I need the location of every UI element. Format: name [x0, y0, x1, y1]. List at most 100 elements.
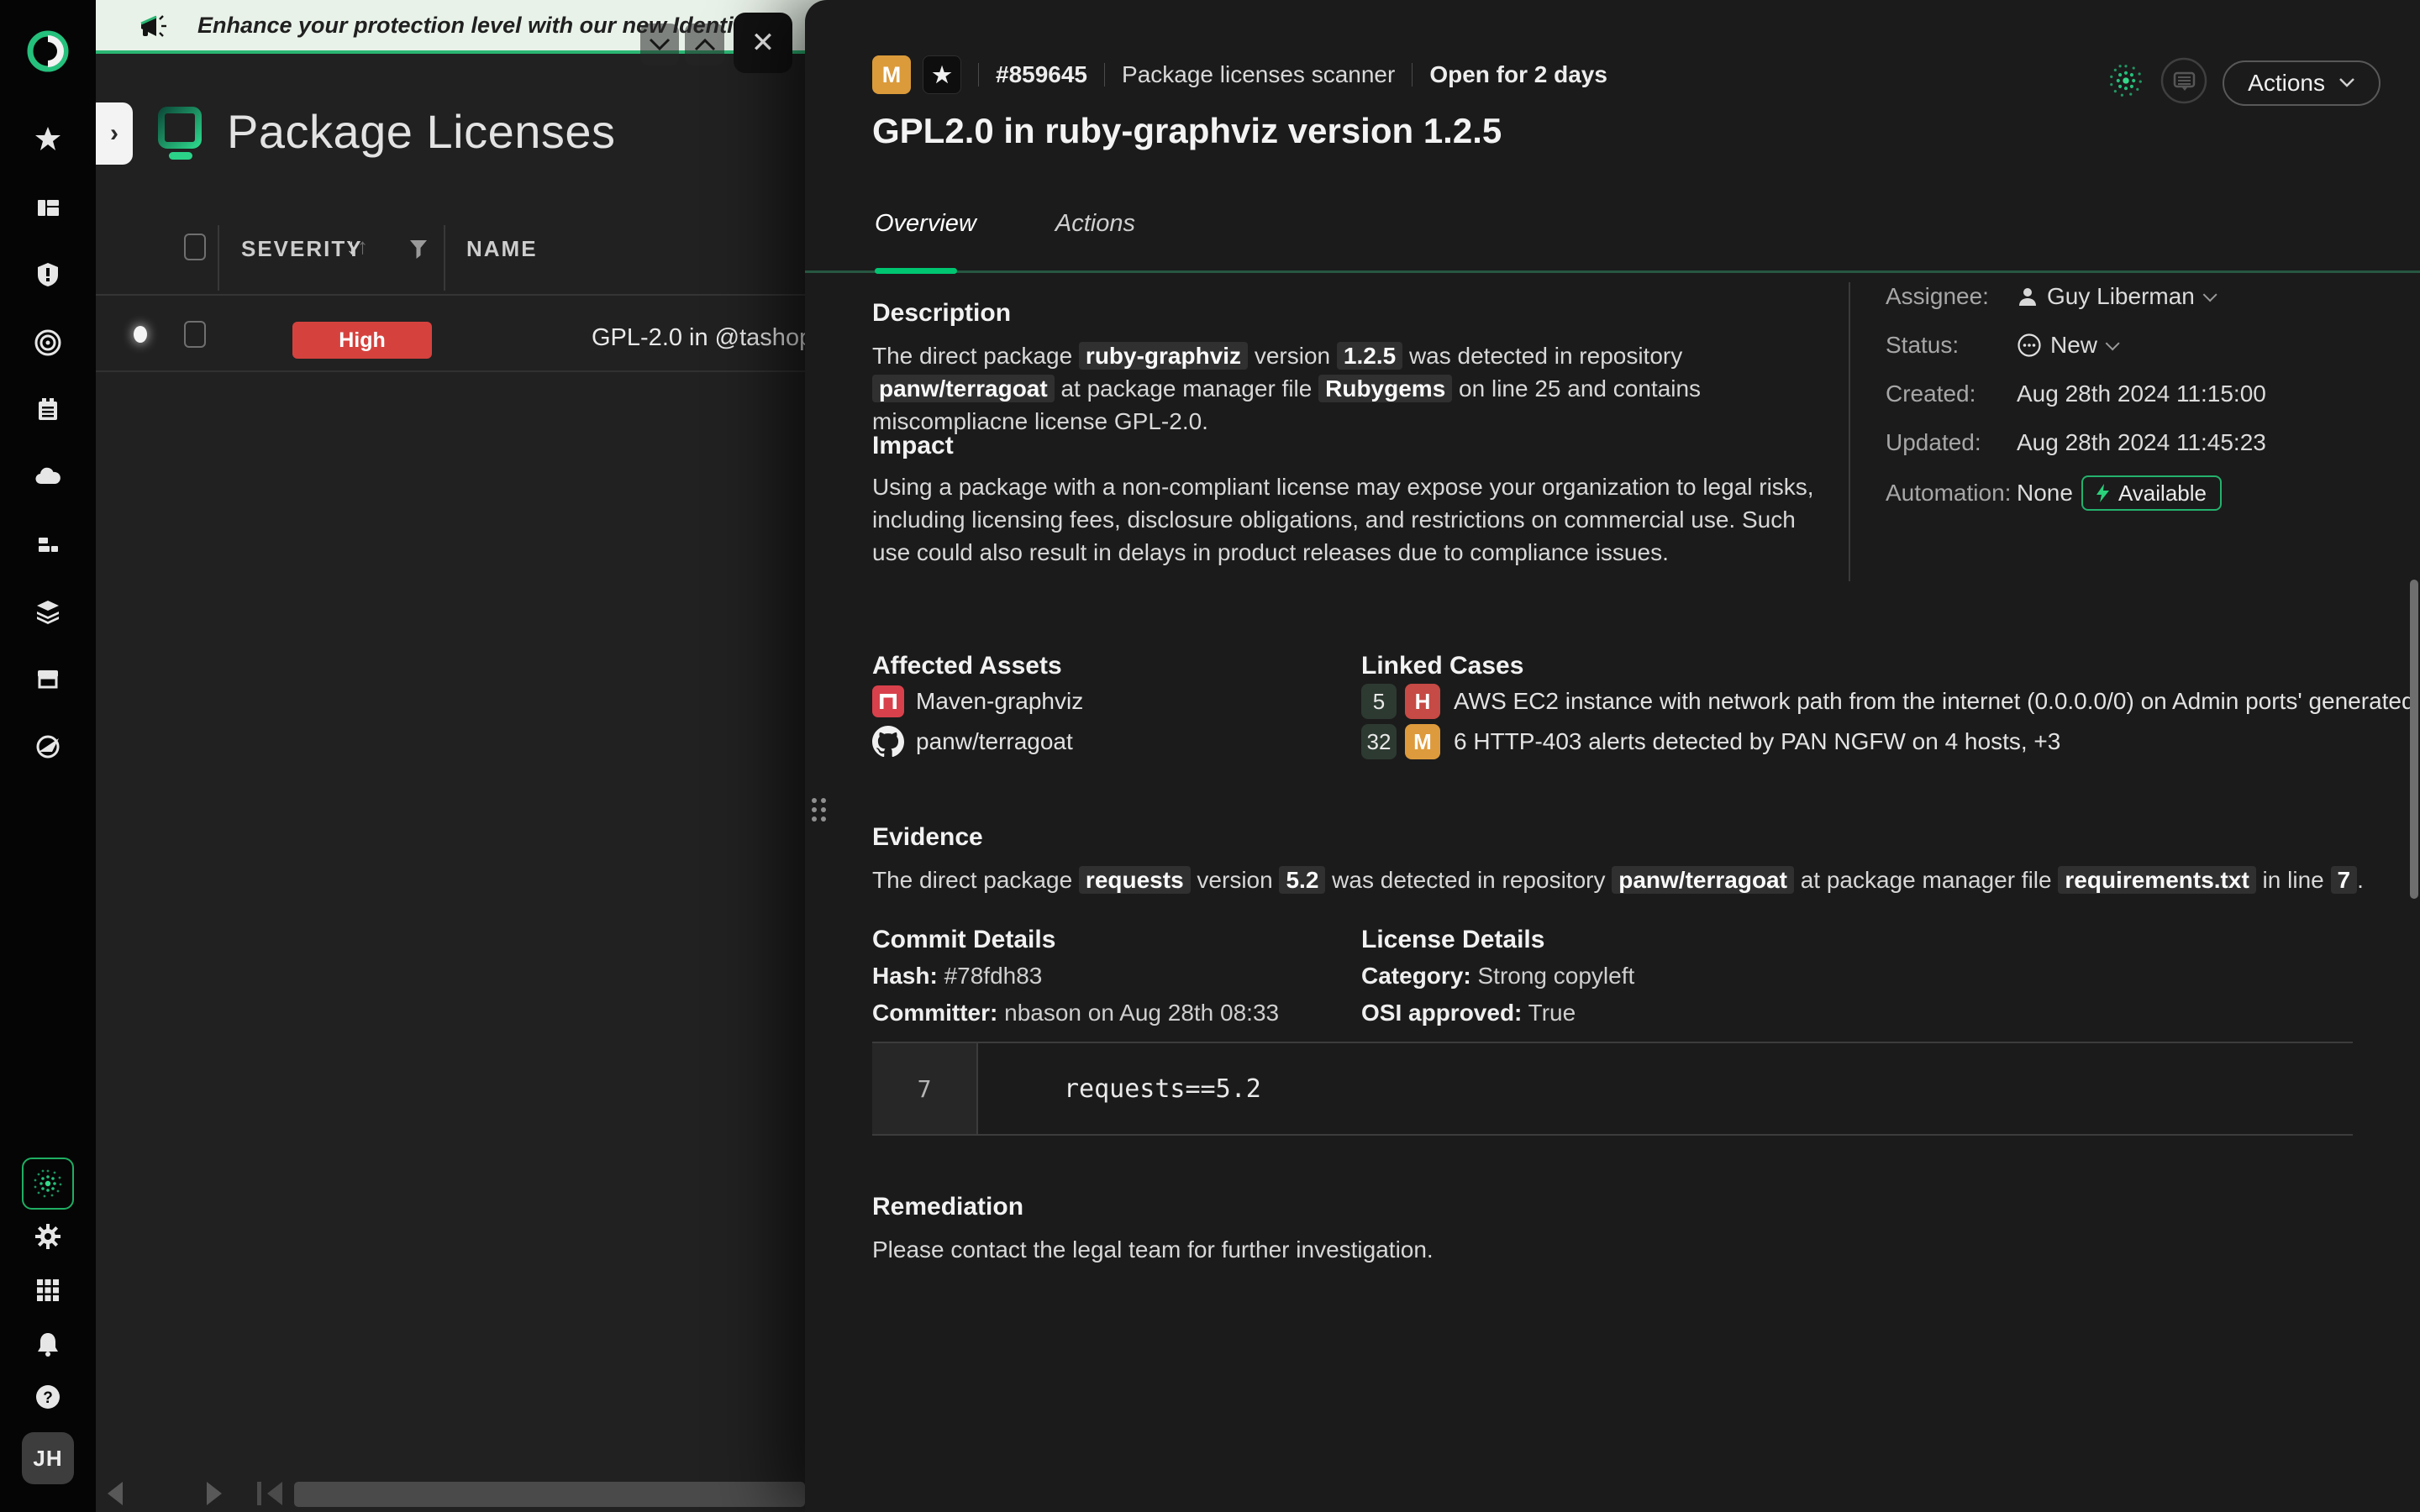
commit-committer: Committer: nbason on Aug 28th 08:33: [872, 1000, 1279, 1026]
commit-hash: Hash: #78fdh83: [872, 963, 1042, 990]
issue-severity-badge: M: [872, 55, 911, 94]
automation-available-badge[interactable]: Available: [2081, 475, 2222, 511]
created-row: Created: Aug 28th 2024 11:15:00: [1886, 378, 2266, 410]
metadata-panel: Assignee: Guy Liberman Status: New Creat…: [1886, 281, 2266, 511]
filter-funnel-icon[interactable]: [408, 239, 429, 265]
person-icon: [2017, 286, 2039, 307]
panel-toolbar: Actions: [2107, 57, 2381, 108]
asset-item-github[interactable]: panw/terragoat: [872, 726, 1073, 758]
app-sidebar: ? JH: [0, 0, 96, 1512]
cloud-icon[interactable]: [34, 462, 62, 491]
evidence-code-block: 7 requests==5.2: [872, 1042, 2353, 1136]
marketplace-store-icon[interactable]: [34, 664, 62, 693]
issue-detail-panel: M ★ #859645 Package licenses scanner Ope…: [805, 0, 2420, 1512]
star-badge[interactable]: ★: [923, 55, 961, 94]
column-divider: [218, 225, 219, 291]
tab-overview[interactable]: Overview: [875, 210, 976, 238]
lightning-icon: [2096, 484, 2110, 502]
automation-row: Automation: None Available: [1886, 475, 2266, 511]
scroll-right-button[interactable]: [207, 1482, 222, 1505]
linked-cases-heading: Linked Cases: [1361, 652, 1523, 680]
settings-gear-icon[interactable]: [34, 1222, 62, 1251]
notifications-bell-icon[interactable]: [34, 1330, 62, 1358]
scanner-name: Package licenses scanner: [1122, 61, 1395, 88]
user-avatar[interactable]: JH: [22, 1432, 74, 1484]
table-row[interactable]: GPL-2.0 in @tashop/: [592, 324, 810, 352]
severity-badge: High: [292, 322, 432, 359]
page-title: Package Licenses: [227, 104, 616, 159]
updated-value: Aug 28th 2024 11:45:23: [2017, 429, 2266, 456]
package-licenses-icon: [156, 106, 203, 167]
column-header-severity[interactable]: SEVERITY: [241, 236, 363, 262]
assets-blocks-icon[interactable]: [34, 530, 62, 559]
actions-button[interactable]: Actions: [2223, 60, 2381, 106]
chevron-down-icon: [2203, 287, 2217, 302]
metadata-divider: [1849, 282, 1850, 581]
case-count-badge: 5: [1361, 684, 1397, 719]
unread-indicator-dot: [134, 326, 147, 343]
issue-header-row: M ★ #859645 Package licenses scanner Ope…: [872, 55, 1607, 94]
maven-icon: [872, 685, 904, 717]
commit-details-heading: Commit Details: [872, 926, 1055, 954]
scroll-end-icon: [267, 1482, 282, 1505]
tab-bar: Overview Actions: [875, 210, 1135, 238]
issue-title: GPL2.0 in ruby-graphviz version 1.2.5: [872, 111, 1502, 151]
sidebar-expand-button[interactable]: ›: [96, 102, 133, 165]
remediation-text: Please contact the legal team for furthe…: [872, 1233, 2049, 1266]
column-divider: [444, 225, 445, 291]
active-tab-underline: [875, 268, 957, 274]
status-row: Status: New: [1886, 329, 2266, 361]
cortex-logo-icon[interactable]: [25, 29, 71, 74]
select-all-checkbox[interactable]: [184, 234, 206, 260]
case-title: 6 HTTP-403 alerts detected by PAN NGFW o…: [1454, 728, 2060, 755]
layers-icon[interactable]: [34, 597, 62, 626]
updated-row: Updated: Aug 28th 2024 11:45:23: [1886, 427, 2266, 459]
report-clipboard-icon[interactable]: [34, 396, 62, 424]
megaphone-icon: [134, 9, 170, 49]
linked-case-row[interactable]: 5 H AWS EC2 instance with network path f…: [1361, 684, 2420, 719]
asset-item-maven[interactable]: Maven-graphviz: [872, 685, 1083, 717]
impact-heading: Impact: [872, 432, 954, 460]
column-header-name[interactable]: NAME: [466, 236, 538, 262]
scroll-left-button[interactable]: [108, 1482, 123, 1505]
tab-underline-track: [805, 270, 2420, 273]
target-icon[interactable]: [34, 328, 62, 357]
license-osi: OSI approved: True: [1361, 1000, 1576, 1026]
status-select[interactable]: New: [2017, 332, 2116, 359]
vertical-scrollbar-thumb[interactable]: [2410, 580, 2418, 899]
banner-next-button[interactable]: [640, 24, 679, 66]
automation-value: None: [2017, 480, 2073, 507]
apps-grid-icon[interactable]: [34, 1276, 62, 1305]
sidebar-item-ai-active[interactable]: [22, 1158, 74, 1210]
assignee-select[interactable]: Guy Liberman: [2017, 283, 2213, 310]
favorites-star-icon[interactable]: [34, 124, 62, 153]
case-title: AWS EC2 instance with network path from …: [1454, 688, 2420, 715]
gauge-compass-icon[interactable]: [34, 732, 62, 760]
sort-icons[interactable]: ↓↑: [346, 234, 368, 260]
description-heading: Description: [872, 299, 1011, 328]
row-checkbox[interactable]: [184, 321, 206, 348]
status-new-icon: [2017, 333, 2042, 358]
separator: [1104, 63, 1105, 87]
separator: [978, 63, 979, 87]
chevron-down-icon: [2106, 336, 2120, 350]
remediation-heading: Remediation: [872, 1193, 1023, 1221]
ai-swirl-icon[interactable]: [2107, 61, 2145, 104]
code-content: requests==5.2: [1064, 1043, 1261, 1134]
created-value: Aug 28th 2024 11:15:00: [2017, 381, 2266, 407]
banner-close-button[interactable]: ✕: [734, 13, 792, 73]
issues-shield-icon[interactable]: [34, 260, 62, 289]
banner-prev-button[interactable]: [685, 24, 724, 66]
dashboard-layout-icon[interactable]: [34, 193, 62, 222]
help-icon[interactable]: ?: [34, 1383, 62, 1411]
comments-icon[interactable]: [2160, 57, 2207, 108]
scroll-end-marker: [257, 1482, 261, 1505]
svg-text:?: ?: [43, 1389, 53, 1407]
linked-case-row[interactable]: 32 M 6 HTTP-403 alerts detected by PAN N…: [1361, 724, 2060, 759]
panel-resize-handle[interactable]: [812, 798, 830, 827]
horizontal-scrollbar-thumb[interactable]: [294, 1482, 805, 1507]
license-details-heading: License Details: [1361, 926, 1544, 954]
assignee-row: Assignee: Guy Liberman: [1886, 281, 2266, 312]
tab-actions[interactable]: Actions: [1055, 210, 1135, 238]
github-icon: [872, 726, 904, 758]
